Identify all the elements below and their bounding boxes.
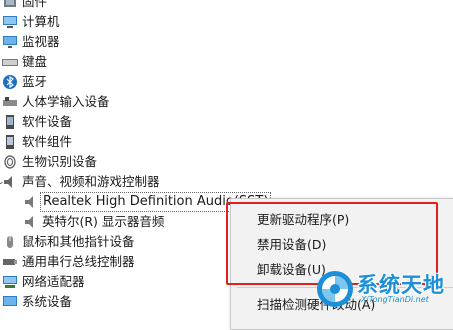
tree-item-label: 蓝牙 bbox=[22, 74, 48, 89]
expand-arrow-icon[interactable]: › bbox=[0, 16, 1, 28]
watermark-logo bbox=[317, 271, 353, 307]
tree-item-computer[interactable]: › 计算机 bbox=[0, 12, 453, 32]
tree-item-firmware[interactable]: › 固件 bbox=[0, 0, 453, 12]
tree-item-biometric[interactable]: › 生物识别设备 bbox=[0, 152, 453, 172]
software-device-icon bbox=[2, 115, 18, 129]
tree-item-label: 软件组件 bbox=[22, 134, 73, 149]
fingerprint-icon bbox=[2, 155, 18, 169]
bluetooth-icon bbox=[2, 75, 18, 89]
tree-item-label: 软件设备 bbox=[22, 114, 73, 129]
tree-item-keyboard[interactable]: › 键盘 bbox=[0, 52, 453, 72]
tree-item-hid[interactable]: › 人体学输入设备 bbox=[0, 92, 453, 112]
tree-item-label: 计算机 bbox=[22, 14, 60, 29]
tree-item-monitor[interactable]: › 监视器 bbox=[0, 32, 453, 52]
computer-icon bbox=[2, 15, 18, 29]
software-component-icon bbox=[2, 135, 18, 149]
network-adapter-icon bbox=[2, 275, 18, 289]
tree-item-sound-video-game[interactable]: ⌄ 声音、视频和游戏控制器 bbox=[0, 172, 453, 192]
expand-arrow-icon[interactable]: › bbox=[0, 96, 1, 108]
expand-arrow-icon[interactable]: › bbox=[0, 236, 1, 248]
tree-item-label: 固件 bbox=[22, 0, 48, 9]
tree-item-label: 鼠标和其他指针设备 bbox=[22, 234, 135, 249]
expand-arrow-icon[interactable]: › bbox=[0, 156, 1, 168]
keyboard-icon bbox=[2, 55, 18, 69]
expand-arrow-icon[interactable]: › bbox=[0, 136, 1, 148]
tree-item-software-components[interactable]: › 软件组件 bbox=[0, 132, 453, 152]
tree-item-label: 键盘 bbox=[22, 54, 48, 69]
expand-arrow-icon[interactable]: › bbox=[0, 276, 1, 288]
tree-item-bluetooth[interactable]: › 蓝牙 bbox=[0, 72, 453, 92]
system-device-icon bbox=[2, 295, 18, 309]
tree-item-label: 通用串行总线控制器 bbox=[22, 254, 135, 269]
audio-device-icon bbox=[22, 195, 38, 209]
tree-item-label: 人体学输入设备 bbox=[22, 94, 110, 109]
tree-item-label: 声音、视频和游戏控制器 bbox=[22, 174, 160, 189]
tree-item-label: 监视器 bbox=[22, 34, 60, 49]
firmware-icon bbox=[2, 0, 18, 9]
mouse-icon bbox=[2, 235, 18, 249]
tree-item-software-devices[interactable]: › 软件设备 bbox=[0, 112, 453, 132]
audio-device-icon bbox=[22, 215, 38, 229]
expand-arrow-icon[interactable]: › bbox=[0, 296, 1, 308]
hid-icon bbox=[2, 95, 18, 109]
tree-item-label: 系统设备 bbox=[22, 294, 73, 309]
expand-arrow-icon[interactable]: › bbox=[0, 116, 1, 128]
monitor-icon bbox=[2, 35, 18, 49]
tree-item-label: 英特尔(R) 显示器音频 bbox=[42, 214, 165, 229]
tree-item-label: 网络适配器 bbox=[22, 274, 85, 289]
expand-arrow-icon[interactable]: › bbox=[0, 56, 1, 68]
watermark: 系统天地 XiTongTianDi.net bbox=[315, 265, 445, 313]
expand-arrow-icon[interactable]: › bbox=[0, 36, 1, 48]
expand-arrow-icon[interactable]: › bbox=[0, 256, 1, 268]
usb-icon bbox=[2, 255, 18, 269]
expand-arrow-icon[interactable]: › bbox=[0, 76, 1, 88]
speaker-icon bbox=[2, 175, 18, 189]
expand-arrow-icon[interactable]: › bbox=[0, 0, 1, 8]
tree-item-label: 生物识别设备 bbox=[22, 154, 98, 169]
watermark-site: XiTongTianDi.net bbox=[361, 295, 429, 304]
